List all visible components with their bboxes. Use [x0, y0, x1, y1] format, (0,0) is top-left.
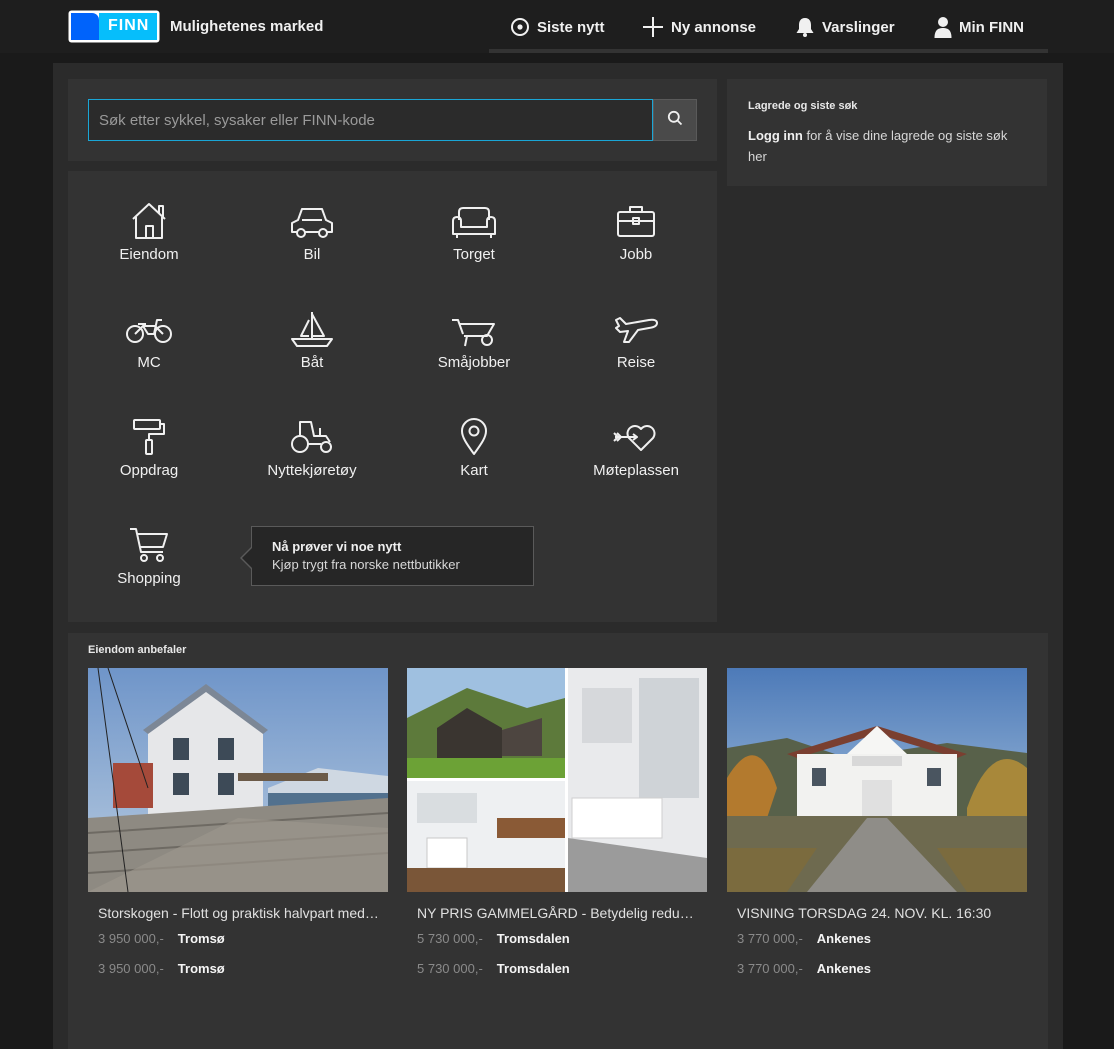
briefcase-icon	[617, 206, 655, 237]
category-label: MC	[137, 354, 161, 371]
listing-title: Storskogen - Flott og praktisk halvpart …	[98, 905, 380, 921]
tractor-icon	[291, 421, 332, 453]
listing-price: 3 950 000,-	[98, 930, 164, 946]
nav-siste-nytt[interactable]: Siste nytt	[510, 14, 605, 40]
category-label: Kart	[460, 462, 488, 479]
airplane-icon	[615, 317, 658, 343]
listing-price: 3 770 000,-	[737, 930, 803, 946]
category-nyttekjoretoy[interactable]: Nyttekjøretøy	[237, 416, 387, 496]
listing-meta: 3 950 000,- Tromsø	[98, 955, 388, 981]
car-icon	[291, 208, 333, 238]
recommendations-title: Eiendom anbefaler	[88, 644, 187, 656]
nav-label: Varslinger	[822, 18, 895, 36]
category-bat[interactable]: Båt	[237, 308, 387, 388]
login-link[interactable]: Logg inn	[748, 128, 803, 143]
nav-label: Siste nytt	[537, 18, 605, 36]
heart-arrow-icon	[613, 425, 656, 451]
paint-roller-icon	[133, 419, 165, 455]
category-mc[interactable]: MC	[74, 308, 224, 388]
listing-location: Ankenes	[816, 960, 871, 976]
sofa-icon	[452, 207, 496, 238]
tooltip-text: Kjøp trygt fra norske nettbutikker	[272, 557, 460, 572]
saved-searches-title: Lagrede og siste søk	[748, 100, 858, 112]
motorcycle-icon	[126, 319, 172, 343]
category-jobb[interactable]: Jobb	[561, 200, 711, 280]
finn-logo[interactable]: FINN	[68, 10, 160, 43]
listing-location: Tromsdalen	[496, 960, 570, 976]
category-torget[interactable]: Torget	[399, 200, 549, 280]
nav-label: Ny annonse	[671, 18, 757, 36]
listing-image	[727, 668, 1027, 892]
listing-card[interactable]: VISNING TORSDAG 24. NOV. KL. 16:30 3 770…	[727, 668, 1027, 981]
shopping-tooltip: Nå prøver vi noe nytt Kjøp trygt fra nor…	[251, 526, 534, 586]
search-input[interactable]	[88, 99, 653, 141]
search-button[interactable]	[653, 99, 697, 141]
bell-icon	[795, 16, 815, 38]
saved-searches-text: Logg inn for å vise dine lagrede og sist…	[748, 125, 1028, 167]
tagline: Mulighetenes marked	[170, 18, 324, 35]
tooltip-title: Nå prøver vi noe nytt	[272, 539, 402, 554]
category-bil[interactable]: Bil	[237, 200, 387, 280]
category-label: Torget	[453, 246, 495, 263]
shopping-cart-icon	[130, 528, 168, 562]
category-label: Møteplassen	[593, 462, 679, 479]
listing-card[interactable]: Storskogen - Flott og praktisk halvpart …	[88, 668, 388, 981]
category-label: Småjobber	[437, 354, 511, 371]
category-moteplassen[interactable]: Møteplassen	[561, 416, 711, 496]
listing-meta: 3 770 000,- Ankenes	[737, 955, 1027, 981]
listing-title: NY PRIS GAMMELGÅRD - Betydelig redusert …	[417, 905, 699, 921]
listing-image	[88, 668, 388, 892]
listing-location: Ankenes	[816, 930, 871, 946]
listing-meta: 3 950 000,- Tromsø	[98, 925, 388, 951]
category-eiendom[interactable]: Eiendom	[74, 200, 224, 280]
category-label: Reise	[616, 354, 656, 371]
category-smajobber[interactable]: Småjobber	[399, 308, 549, 388]
category-oppdrag[interactable]: Oppdrag	[74, 416, 224, 496]
wheelbarrow-icon	[452, 319, 495, 347]
nav-label: Min FINN	[959, 18, 1024, 36]
house-icon	[132, 203, 166, 239]
tooltip-arrow-fill	[242, 548, 252, 568]
circle-dot-icon	[510, 17, 530, 37]
category-shopping[interactable]: Shopping	[74, 524, 224, 604]
listing-location: Tromsø	[177, 930, 225, 946]
plus-icon	[642, 16, 664, 38]
category-label: Nyttekjøretøy	[267, 462, 357, 479]
listing-location: Tromsdalen	[496, 930, 570, 946]
sailboat-icon	[291, 312, 333, 347]
logo-text: FINN	[108, 17, 150, 34]
listing-price: 5 730 000,-	[417, 960, 483, 976]
map-pin-icon	[461, 418, 487, 455]
category-label: Eiendom	[119, 246, 179, 263]
listing-meta: 5 730 000,- Tromsdalen	[417, 955, 707, 981]
search-icon	[667, 110, 683, 131]
listing-meta: 3 770 000,- Ankenes	[737, 925, 1027, 951]
listing-price: 3 950 000,-	[98, 960, 164, 976]
nav-underline	[489, 49, 1048, 53]
category-label: Oppdrag	[119, 462, 179, 479]
category-reise[interactable]: Reise	[561, 308, 711, 388]
listing-location: Tromsø	[177, 960, 225, 976]
listing-title: VISNING TORSDAG 24. NOV. KL. 16:30	[737, 905, 992, 921]
nav-varslinger[interactable]: Varslinger	[795, 14, 895, 40]
listing-price: 3 770 000,-	[737, 960, 803, 976]
user-icon	[934, 16, 952, 38]
category-label: Shopping	[117, 570, 181, 587]
nav-min-finn[interactable]: Min FINN	[934, 14, 1024, 40]
listing-card[interactable]: NY PRIS GAMMELGÅRD - Betydelig redusert …	[407, 668, 707, 981]
category-label: Jobb	[619, 246, 653, 263]
category-label: Bil	[303, 246, 321, 263]
category-label: Båt	[300, 354, 324, 371]
nav-ny-annonse[interactable]: Ny annonse	[642, 14, 756, 40]
listing-meta: 5 730 000,- Tromsdalen	[417, 925, 707, 951]
listing-price: 5 730 000,-	[417, 930, 483, 946]
category-kart[interactable]: Kart	[399, 416, 549, 496]
listing-image	[407, 668, 707, 892]
